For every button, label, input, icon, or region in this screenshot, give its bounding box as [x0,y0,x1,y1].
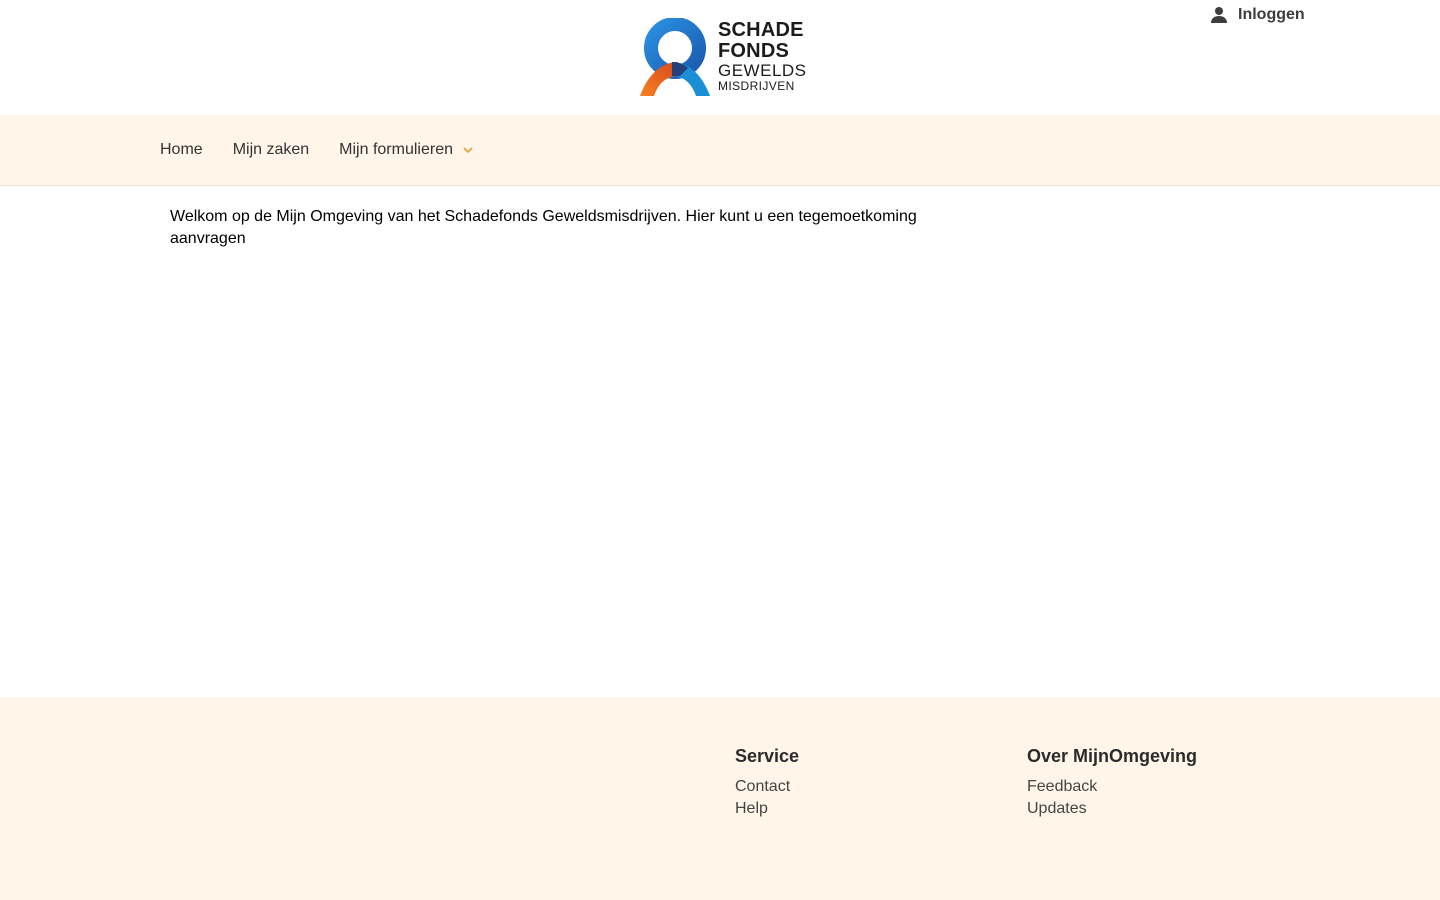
main-content: Welkom op de Mijn Omgeving van het Schad… [0,186,1440,697]
footer-about-column: Over MijnOmgeving Feedback Updates [1027,745,1197,820]
footer-link-contact[interactable]: Contact [735,776,799,798]
nav-item-label: Mijn zaken [232,141,310,158]
user-icon [1211,7,1227,23]
welcome-text: Welkom op de Mijn Omgeving van het Schad… [170,208,917,247]
footer-heading: Service [735,746,800,766]
nav-item-mijn-zaken[interactable]: Mijn zaken [233,141,309,159]
nav-list: Home Mijn zaken Mijn formulieren [160,115,504,185]
footer-link-updates[interactable]: Updates [1027,798,1197,820]
logo-wordmark: SCHADE FONDS GEWELDS MISDRIJVEN [718,20,808,94]
nav-item-label: Home [160,141,203,158]
logo[interactable]: SCHADE FONDS GEWELDS MISDRIJVEN [638,18,806,98]
login-button[interactable]: Inloggen [1210,4,1305,26]
footer-service-column: Service Contact Help [735,745,799,820]
footer-heading: Over MijnOmgeving [1027,746,1198,766]
nav-item-label: Mijn formulieren [339,141,453,158]
site-footer: Service Contact Help Over MijnOmgeving F… [0,697,1440,900]
footer-link-help[interactable]: Help [735,798,799,820]
logo-text-line: SCHADE [718,19,804,41]
nav-item-home[interactable]: Home [160,141,203,159]
main-navigation: Home Mijn zaken Mijn formulieren [0,115,1440,186]
logo-mark-icon [640,18,710,96]
chevron-down-icon [463,147,473,153]
login-label: Inloggen [1238,6,1305,23]
logo-text-line: MISDRIJVEN [718,79,795,93]
logo-text-line: GEWELDS [718,61,807,80]
logo-text-line: FONDS [718,40,789,62]
nav-item-mijn-formulieren-dropdown[interactable]: Mijn formulieren [339,141,474,159]
site-header: SCHADE FONDS GEWELDS MISDRIJVEN Inloggen [0,0,1440,115]
footer-link-feedback[interactable]: Feedback [1027,776,1197,798]
